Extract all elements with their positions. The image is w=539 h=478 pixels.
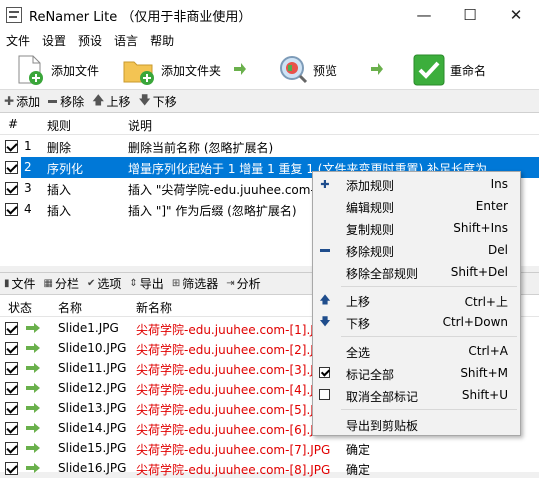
file-row[interactable]: Slide16.JPG 尖荷学院-edu.juuhee.com-[8].JPG 确定 xyxy=(0,458,539,478)
add-file-icon xyxy=(18,55,43,85)
arrow-right-icon xyxy=(234,63,246,75)
menu-move-up[interactable]: 🡅 上移 Ctrl+上 xyxy=(313,289,520,311)
arrow-right-icon xyxy=(26,403,40,413)
title-bar: ReNamer Lite （仅用于非商业使用） — ☐ ✕ xyxy=(0,0,539,30)
menu-remove-all-rules[interactable]: 移除全部规则 Shift+Del xyxy=(313,261,520,283)
menu-edit-rule[interactable]: 编辑规则 Enter xyxy=(313,195,520,217)
menu-separator xyxy=(341,286,517,287)
rule-row[interactable]: 1 删除 删除当前名称 (忽略扩展名) xyxy=(0,136,539,157)
menu-add-rule[interactable]: ✚ 添加规则 Ins xyxy=(313,173,520,195)
tab-analyze[interactable]: ⇥ 分析 xyxy=(226,275,260,292)
menu-duplicate-rule[interactable]: 复制规则 Shift+Ins xyxy=(313,217,520,239)
menu-export-clipboard[interactable]: 导出到剪贴板 xyxy=(313,413,520,435)
arrow-down-icon: 🡇 xyxy=(138,92,151,107)
arrow-right-icon xyxy=(26,343,40,353)
arrow-right-icon xyxy=(26,443,40,453)
rules-header: # 规则 说明 xyxy=(0,113,539,135)
file-row[interactable]: Slide15.JPG 尖荷学院-edu.juuhee.com-[7].JPG 确定 xyxy=(0,438,539,458)
maximize-button[interactable]: ☐ xyxy=(447,0,493,30)
remove-rule-button[interactable]: 移除 xyxy=(48,93,84,110)
tab-columns[interactable]: ▦ 分栏 xyxy=(44,275,79,292)
magnifier-icon xyxy=(280,56,308,84)
menu-presets[interactable]: 预设 xyxy=(72,32,108,49)
menu-separator xyxy=(341,409,517,410)
arrow-up-icon: 🡅 xyxy=(319,292,331,306)
tab-filters[interactable]: ⊞ 筛选器 xyxy=(172,275,218,292)
tab-options[interactable]: ✔ 选项 xyxy=(87,275,121,292)
checkmark-icon xyxy=(413,54,445,86)
menu-settings[interactable]: 设置 xyxy=(36,32,72,49)
close-icon: ✕ xyxy=(509,6,523,24)
arrow-right-icon xyxy=(26,363,40,373)
minimize-icon: — xyxy=(416,6,432,24)
file-checkbox[interactable] xyxy=(5,422,18,435)
menu-language[interactable]: 语言 xyxy=(108,32,144,49)
menu-select-all[interactable]: 全选 Ctrl+A xyxy=(313,340,520,362)
checkbox-checked-icon xyxy=(319,367,330,378)
rule-checkbox[interactable] xyxy=(5,182,18,195)
minus-icon xyxy=(319,244,331,256)
rules-toolbar: ✚ 添加 移除 🡅 上移 🡇 下移 xyxy=(0,90,539,112)
menu-remove-rule[interactable]: 移除规则 Del xyxy=(313,239,520,261)
main-toolbar: 添加文件 添加文件夹 预览 重命名 xyxy=(0,50,539,90)
preview-button[interactable]: 预览 xyxy=(278,52,337,88)
move-down-button[interactable]: 🡇 下移 xyxy=(138,91,176,112)
context-menu: ✚ 添加规则 Ins 编辑规则 Enter 复制规则 Shift+Ins 移除规… xyxy=(312,171,521,436)
analyze-icon: ⇥ xyxy=(226,278,235,289)
column-name[interactable]: 名称 xyxy=(58,299,82,316)
filter-icon: ⊞ xyxy=(171,278,181,289)
arrow-up-icon: 🡅 xyxy=(92,92,105,107)
plus-icon: ✚ xyxy=(4,94,15,108)
column-num[interactable]: # xyxy=(8,117,18,131)
arrow-right-icon xyxy=(371,63,383,75)
columns-icon: ▦ xyxy=(43,278,53,289)
menu-bar: 文件 设置 预设 语言 帮助 xyxy=(0,30,539,50)
menu-help[interactable]: 帮助 xyxy=(144,32,180,49)
rule-checkbox[interactable] xyxy=(5,140,18,153)
file-checkbox[interactable] xyxy=(5,462,18,475)
close-button[interactable]: ✕ xyxy=(493,0,539,30)
checkbox-empty-icon xyxy=(319,389,330,400)
rule-checkbox[interactable] xyxy=(5,203,18,216)
plus-icon: ✚ xyxy=(320,177,330,191)
export-icon: ⇕ xyxy=(129,278,138,289)
file-checkbox[interactable] xyxy=(5,342,18,355)
add-rule-button[interactable]: ✚ 添加 xyxy=(4,93,40,110)
tab-export[interactable]: ⇕ 导出 xyxy=(129,275,163,292)
arrow-right-icon xyxy=(26,323,40,333)
arrow-right-icon xyxy=(26,423,40,433)
file-checkbox[interactable] xyxy=(5,362,18,375)
column-new-name[interactable]: 新名称 xyxy=(136,299,172,316)
column-state[interactable]: 状态 xyxy=(8,299,32,316)
app-icon xyxy=(6,7,22,23)
options-icon: ✔ xyxy=(87,278,96,289)
tab-files[interactable]: ▮ 文件 xyxy=(4,275,36,292)
file-checkbox[interactable] xyxy=(5,442,18,455)
rule-checkbox[interactable] xyxy=(5,161,18,174)
arrow-right-icon xyxy=(26,383,40,393)
menu-file[interactable]: 文件 xyxy=(0,32,36,49)
file-checkbox[interactable] xyxy=(5,382,18,395)
menu-mark-all[interactable]: 标记全部 Shift+M xyxy=(313,362,520,384)
menu-unmark-all[interactable]: 取消全部标记 Shift+U xyxy=(313,384,520,406)
window-title: ReNamer Lite （仅用于非商业使用） xyxy=(29,10,252,25)
arrow-down-icon: 🡇 xyxy=(319,314,331,328)
column-description[interactable]: 说明 xyxy=(128,117,152,134)
file-checkbox[interactable] xyxy=(5,402,18,415)
menu-separator xyxy=(341,336,517,337)
menu-move-down[interactable]: 🡇 下移 Ctrl+Down xyxy=(313,311,520,333)
move-up-button[interactable]: 🡅 上移 xyxy=(92,91,130,112)
add-files-button[interactable]: 添加文件 xyxy=(14,52,99,88)
maximize-icon: ☐ xyxy=(463,6,477,24)
rename-button[interactable]: 重命名 xyxy=(413,52,486,88)
minimize-button[interactable]: — xyxy=(401,0,447,30)
add-folder-button[interactable]: 添加文件夹 xyxy=(122,52,221,88)
files-icon: ▮ xyxy=(4,278,10,289)
file-checkbox[interactable] xyxy=(5,322,18,335)
column-rule[interactable]: 规则 xyxy=(47,117,71,134)
minus-icon xyxy=(48,99,58,103)
add-folder-icon xyxy=(123,61,154,85)
